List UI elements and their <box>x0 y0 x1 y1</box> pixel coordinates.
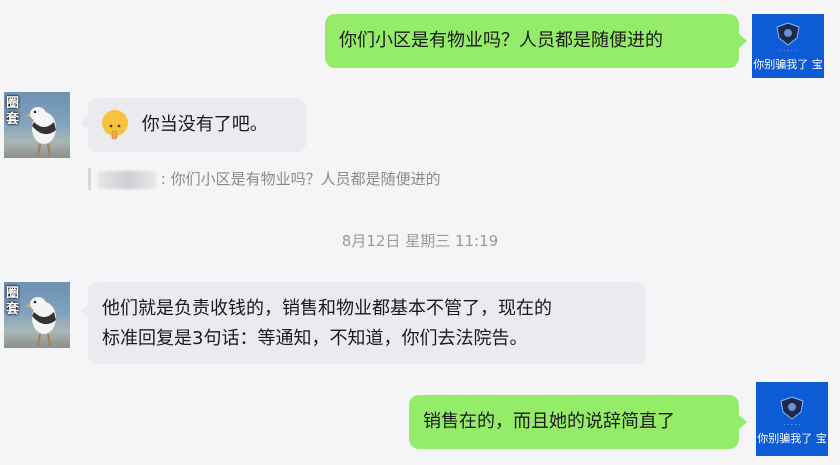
seagull-image <box>24 107 56 157</box>
message-text: 你们小区是有物业吗？人员都是随便进的 <box>339 30 663 51</box>
outgoing-message-bubble[interactable]: 你们小区是有物业吗？人员都是随便进的 <box>325 14 739 68</box>
bubble-tail <box>80 304 88 318</box>
message-timestamp: 8月12日 星期三 11:19 <box>341 232 499 250</box>
bubble-tail <box>739 34 747 48</box>
quoted-text: : 你们小区是有物业吗？人员都是随便进的 <box>160 170 441 188</box>
shushing-face-icon <box>102 110 128 140</box>
message-text-line: 标准回复是3句话：等通知，不知道，你们去法院告。 <box>102 328 528 349</box>
avatar-tiny-text: · · · · · <box>779 48 797 55</box>
shield-logo-icon <box>776 22 800 46</box>
incoming-message-bubble[interactable]: 他们就是负责收钱的，销售和物业都基本不管了，现在的 标准回复是3句话：等通知，不… <box>88 282 646 364</box>
shield-logo-icon <box>780 396 804 420</box>
message-text: 你当没有了吧。 <box>141 114 268 135</box>
message-text: 销售在的，而且她的说辞简直了 <box>423 411 675 432</box>
avatar-caption: 你别骗我了 宝 <box>753 58 823 71</box>
seagull-image <box>24 297 56 347</box>
contact-avatar[interactable]: 圈套 <box>4 282 70 348</box>
avatar-tiny-text: · · · · · <box>783 422 801 429</box>
user-avatar[interactable]: · · · · · 你别骗我了 宝 <box>752 14 824 78</box>
bubble-tail <box>80 116 88 130</box>
contact-avatar[interactable]: 圈套 <box>4 92 70 158</box>
user-avatar[interactable]: · · · · · 你别骗我了 宝 <box>756 382 828 456</box>
bubble-tail <box>739 415 747 429</box>
blurred-sender-name <box>98 170 156 189</box>
outgoing-message-bubble[interactable]: 销售在的，而且她的说辞简直了 <box>409 395 739 449</box>
quoted-message[interactable]: : 你们小区是有物业吗？人员都是随便进的 <box>88 166 441 192</box>
incoming-message-bubble[interactable]: 你当没有了吧。 <box>88 98 306 152</box>
avatar-caption: 你别骗我了 宝 <box>757 432 827 445</box>
message-text-line: 他们就是负责收钱的，销售和物业都基本不管了，现在的 <box>102 298 552 319</box>
